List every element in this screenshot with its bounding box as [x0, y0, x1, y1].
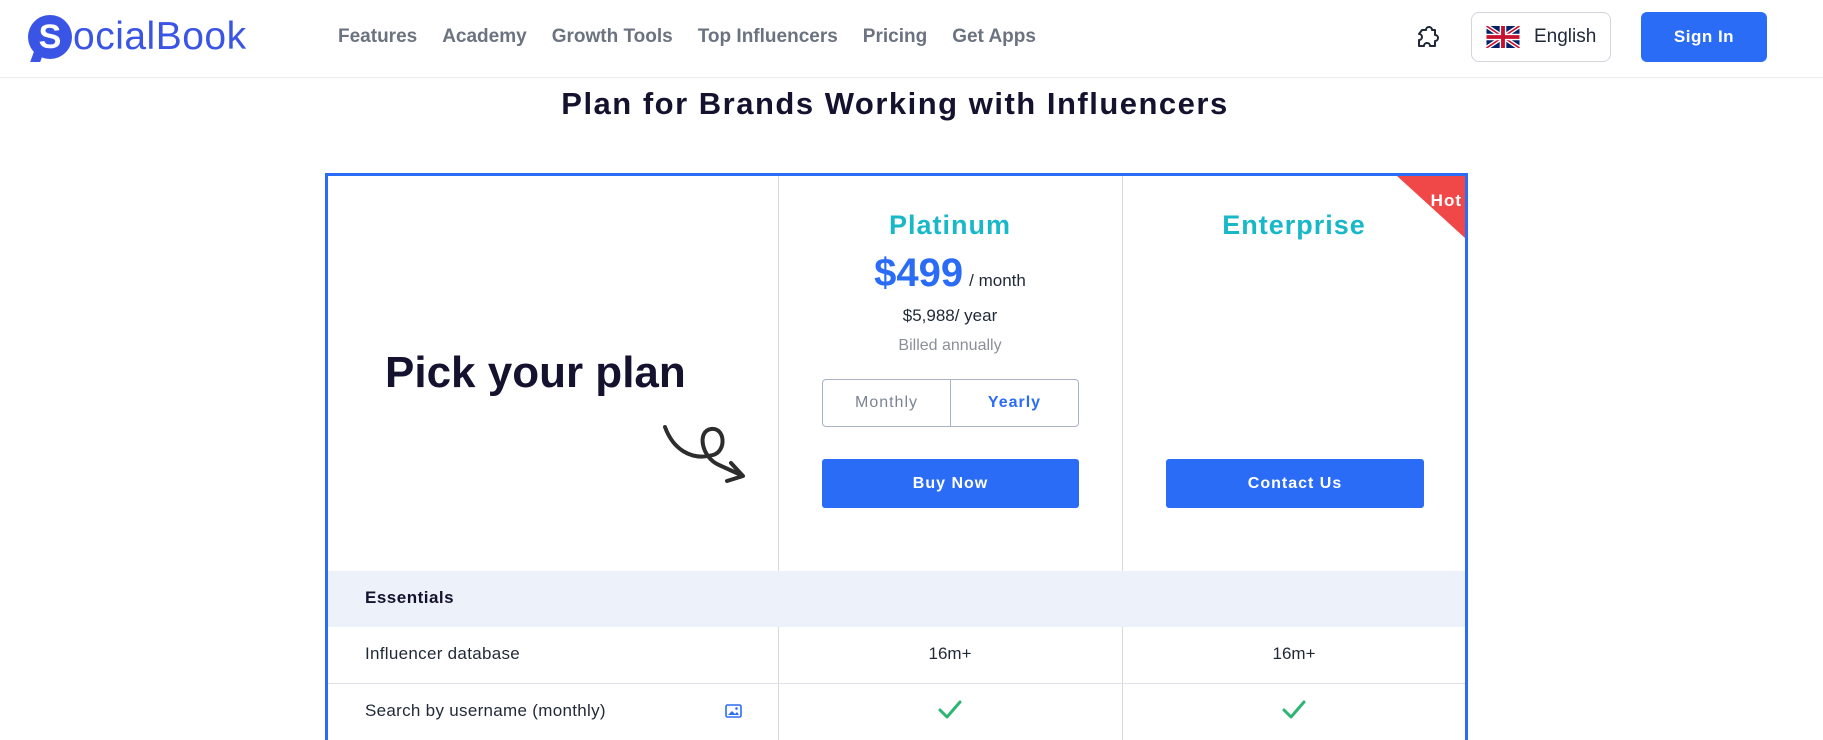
feature-label: Influencer database — [365, 644, 521, 663]
table-row: Influencer database 16m+ 16m+ — [328, 627, 1465, 684]
socialbook-logo[interactable]: S ocialBook — [28, 14, 247, 60]
page-title: Plan for Brands Working with Influencers — [561, 86, 1229, 121]
toggle-yearly[interactable]: Yearly — [951, 380, 1078, 426]
buy-now-button[interactable]: Buy Now — [822, 459, 1079, 508]
contact-us-button[interactable]: Contact Us — [1166, 459, 1424, 508]
nav-get-apps[interactable]: Get Apps — [952, 26, 1036, 48]
yearly-price: $5,988/ year — [902, 306, 998, 325]
nav-growth-tools[interactable]: Growth Tools — [552, 26, 673, 48]
billing-toggle: Monthly Yearly — [822, 379, 1079, 427]
platinum-value: 16m+ — [928, 644, 972, 663]
logo-text: ocialBook — [73, 15, 247, 58]
table-row: Search by username (monthly) — [328, 684, 1465, 740]
enterprise-check — [1122, 698, 1466, 720]
nav-top-influencers[interactable]: Top Influencers — [698, 26, 838, 48]
hot-label: Hot — [1430, 191, 1462, 210]
curly-arrow-icon — [663, 425, 745, 483]
feature-label: Search by username (monthly) — [365, 701, 606, 720]
checkmark-icon — [938, 700, 962, 719]
billing-note: Billed annually — [898, 337, 1002, 354]
section-essentials: Essentials — [328, 571, 1465, 627]
nav-pricing[interactable]: Pricing — [863, 26, 927, 48]
section-title: Essentials — [365, 588, 455, 607]
platinum-price: $499 / month — [778, 251, 1122, 296]
language-label: English — [1534, 26, 1597, 47]
toggle-monthly[interactable]: Monthly — [823, 380, 951, 426]
sign-in-button[interactable]: Sign In — [1641, 12, 1767, 62]
hot-badge: Hot — [1397, 176, 1465, 238]
price-period: / month — [969, 271, 1026, 290]
plan-name-platinum: Platinum — [888, 210, 1011, 240]
checkmark-icon — [1282, 700, 1306, 719]
main-nav: Features Academy Growth Tools Top Influe… — [338, 26, 1036, 48]
price-amount: $499 — [874, 251, 964, 295]
pricing-table: Pick your plan Platinum $499 / month $5,… — [325, 173, 1468, 740]
logo-s-mark: S — [28, 15, 72, 59]
nav-academy[interactable]: Academy — [442, 26, 527, 48]
language-selector[interactable]: English — [1471, 12, 1611, 62]
enterprise-value: 16m+ — [1272, 644, 1316, 663]
pick-your-plan-heading: Pick your plan — [385, 348, 686, 397]
top-header: S ocialBook Features Academy Growth Tool… — [0, 0, 1823, 78]
extension-puzzle-icon[interactable] — [1413, 24, 1441, 52]
image-info-icon[interactable] — [725, 704, 742, 718]
uk-flag-icon — [1486, 26, 1520, 48]
nav-features[interactable]: Features — [338, 26, 417, 48]
platinum-check — [778, 698, 1122, 720]
